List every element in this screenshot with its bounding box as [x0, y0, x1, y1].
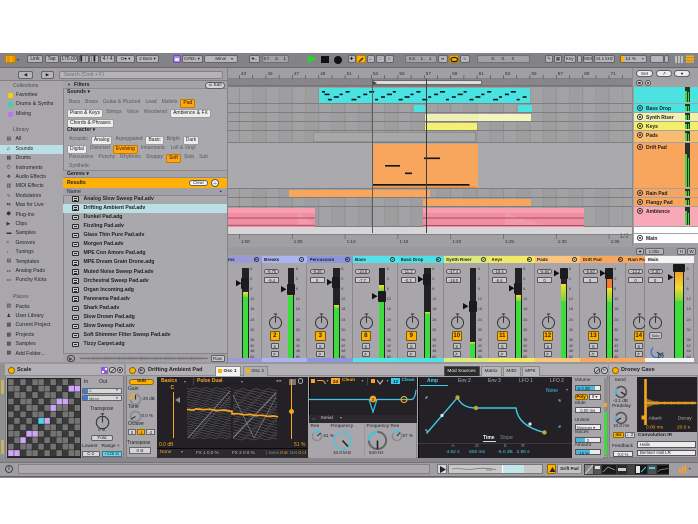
svg-text:Attack: Attack [648, 415, 662, 421]
svg-text:20.0 s: 20.0 s [677, 424, 691, 430]
svg-text:Decay: Decay [678, 415, 692, 421]
svg-text:0.00 ms: 0.00 ms [646, 424, 664, 430]
